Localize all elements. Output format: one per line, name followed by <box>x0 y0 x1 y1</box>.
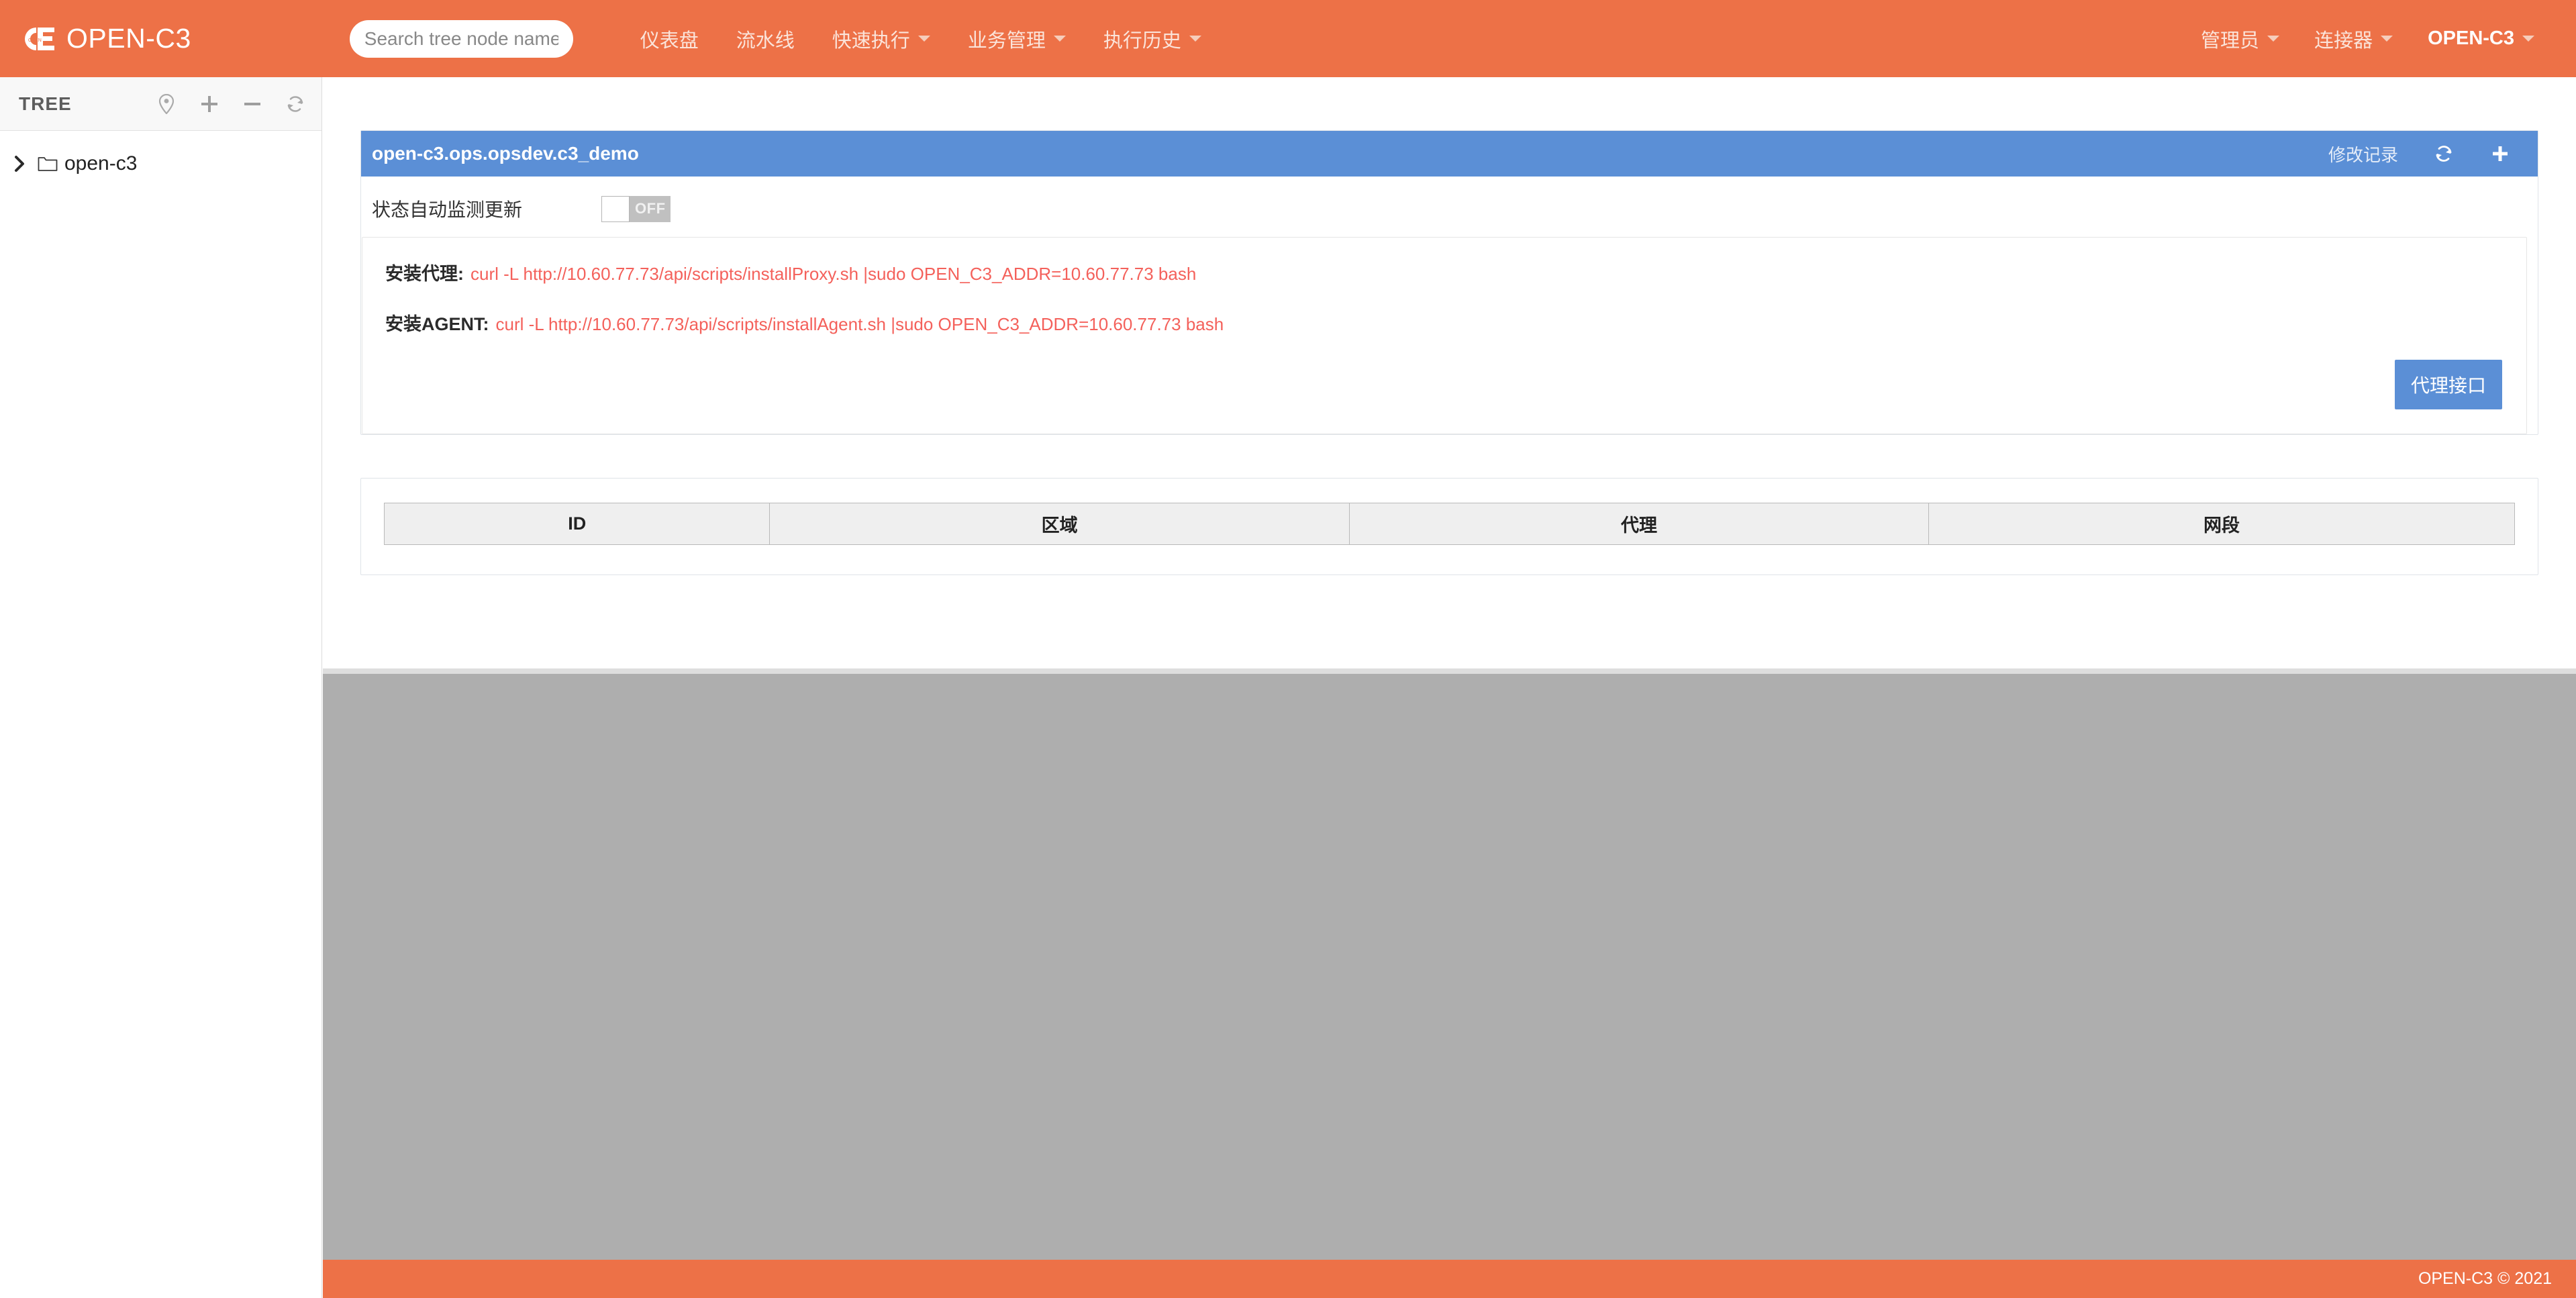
refresh-icon[interactable] <box>2433 143 2455 164</box>
tree-header: TREE <box>0 77 321 131</box>
tree-node-open-c3[interactable]: open-c3 <box>0 147 321 181</box>
table-header-subnet[interactable]: 网段 <box>1928 503 2515 545</box>
chevron-down-icon <box>2267 36 2280 42</box>
auto-monitor-label: 状态自动监测更新 <box>372 199 523 220</box>
top-navbar: OPEN OPEN-C3 仪表盘 流水线 快速执行 业务管理 执行历史 管理员 <box>0 0 2576 77</box>
chevron-down-icon <box>918 36 930 42</box>
sidebar: TREE open-c3 <box>0 77 322 1298</box>
nav-item-dashboard[interactable]: 仪表盘 <box>622 0 717 77</box>
minus-icon[interactable] <box>242 94 262 114</box>
tree-actions <box>156 93 305 114</box>
install-commands-box: 安装代理: curl -L http://10.60.77.73/api/scr… <box>362 237 2527 434</box>
nav-item-execution-history[interactable]: 执行历史 <box>1085 0 1220 77</box>
table-header-id[interactable]: ID <box>383 503 771 545</box>
proxy-table-panel: ID 区域 代理 网段 <box>360 478 2538 575</box>
toggle-state-label: OFF <box>635 200 666 217</box>
page-title: open-c3.ops.opsdev.c3_demo <box>372 143 639 164</box>
toggle-knob <box>601 195 630 222</box>
install-agent-label: 安装AGENT: <box>385 314 489 334</box>
search-container <box>349 19 573 58</box>
tree-body: open-c3 <box>0 131 321 181</box>
modify-history-link[interactable]: 修改记录 <box>2328 142 2398 166</box>
location-pin-icon[interactable] <box>156 93 177 114</box>
install-agent-line: 安装AGENT: curl -L http://10.60.77.73/api/… <box>385 309 2504 336</box>
chevron-down-icon <box>2381 36 2393 42</box>
main-nav-menu: 仪表盘 流水线 快速执行 业务管理 执行历史 <box>622 0 1220 77</box>
tree-title: TREE <box>19 93 72 114</box>
search-input[interactable] <box>349 19 573 58</box>
install-agent-command[interactable]: curl -L http://10.60.77.73/api/scripts/i… <box>496 314 1224 335</box>
brand[interactable]: OPEN OPEN-C3 <box>17 0 191 77</box>
nav-item-label: 快速执行 <box>832 30 910 52</box>
svg-text:OPEN: OPEN <box>28 38 42 43</box>
install-proxy-label: 安装代理: <box>385 264 464 284</box>
nav-item-label: 业务管理 <box>967 30 1046 52</box>
panel-header-actions: 修改记录 <box>2328 142 2511 166</box>
footer: OPEN-C3 © 2021 <box>323 1260 2576 1298</box>
nav-item-business-management[interactable]: 业务管理 <box>949 0 1085 77</box>
loading-overlay <box>323 668 2576 1260</box>
install-proxy-line: 安装代理: curl -L http://10.60.77.73/api/scr… <box>385 259 2504 285</box>
nav-item-label: 管理员 <box>2201 30 2260 52</box>
proxy-interface-button[interactable]: 代理接口 <box>2394 360 2502 409</box>
proxy-button-row: 代理接口 <box>385 360 2504 409</box>
nav-item-connector[interactable]: 连接器 <box>2297 0 2410 77</box>
nav-item-label: OPEN-C3 <box>2428 28 2514 49</box>
chevron-down-icon <box>1053 36 1066 42</box>
node-detail-panel: open-c3.ops.opsdev.c3_demo 修改记录 状态自动监测更新… <box>360 130 2538 435</box>
c3-logo-icon: OPEN <box>17 18 59 60</box>
folder-icon <box>36 154 59 174</box>
auto-monitor-toggle-row: 状态自动监测更新 OFF <box>361 177 2538 237</box>
footer-copyright: OPEN-C3 © 2021 <box>2418 1269 2552 1288</box>
nav-item-label: 仪表盘 <box>640 30 699 52</box>
table-header-region[interactable]: 区域 <box>769 503 1350 545</box>
nav-item-pipeline[interactable]: 流水线 <box>717 0 813 77</box>
plus-icon[interactable] <box>2489 143 2511 164</box>
table-header-row: ID 区域 代理 网段 <box>383 503 2515 545</box>
plus-icon[interactable] <box>199 94 219 114</box>
chevron-down-icon <box>1189 36 1201 42</box>
table-header-proxy[interactable]: 代理 <box>1348 503 1930 545</box>
nav-item-account[interactable]: OPEN-C3 <box>2410 0 2552 77</box>
chevron-right-icon[interactable] <box>9 154 30 174</box>
proxy-table: ID 区域 代理 网段 <box>383 503 2515 545</box>
panel-header: open-c3.ops.opsdev.c3_demo 修改记录 <box>361 131 2538 177</box>
nav-item-quick-execute[interactable]: 快速执行 <box>813 0 949 77</box>
nav-item-label: 连接器 <box>2314 30 2373 52</box>
auto-monitor-toggle[interactable]: OFF <box>601 195 671 222</box>
tree-node-label: open-c3 <box>64 152 138 174</box>
chevron-down-icon <box>2522 36 2534 42</box>
nav-item-admin[interactable]: 管理员 <box>2183 0 2297 77</box>
nav-item-label: 流水线 <box>736 30 795 52</box>
install-proxy-command[interactable]: curl -L http://10.60.77.73/api/scripts/i… <box>470 264 1196 285</box>
user-nav-menu: 管理员 连接器 OPEN-C3 <box>2183 0 2552 77</box>
brand-name: OPEN-C3 <box>66 23 191 54</box>
refresh-icon[interactable] <box>285 94 305 114</box>
nav-item-label: 执行历史 <box>1103 30 1181 52</box>
